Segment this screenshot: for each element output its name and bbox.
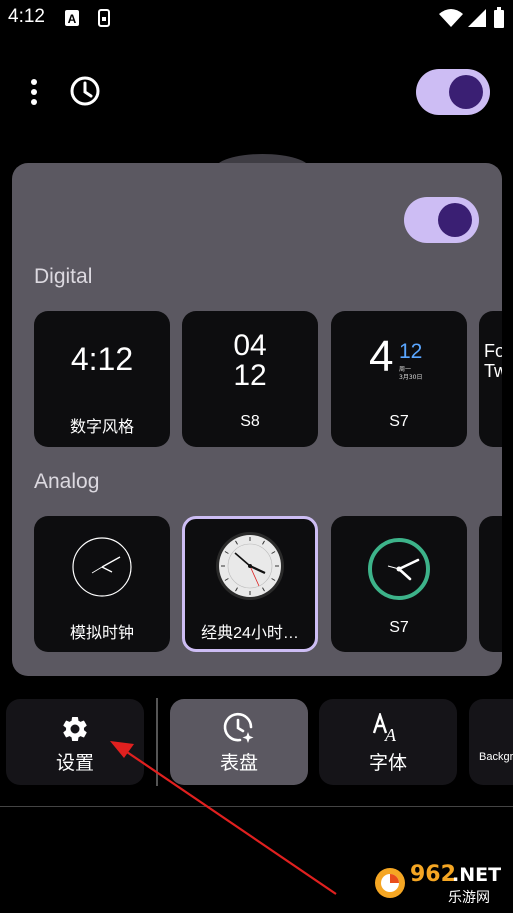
- digital-card-label: S8: [240, 413, 260, 430]
- watch-face-panel: Digital 4:12 数字风格 04 12 S8 4 12 周一 3月30日…: [12, 163, 502, 676]
- annotation-arrow-icon: [110, 741, 337, 895]
- analog-card-4[interactable]: [479, 516, 502, 652]
- tab-background-label: Backgr: [479, 751, 513, 763]
- svg-text:A: A: [384, 725, 397, 743]
- master-toggle-knob: [449, 75, 483, 109]
- digital-card-2[interactable]: 04 12 S8: [182, 311, 318, 447]
- watermark-suffix: .NET: [452, 864, 502, 886]
- digital-card-big-digit: 4: [369, 332, 394, 381]
- sim-notification-icon: [98, 9, 110, 27]
- panel-toggle-knob: [438, 203, 472, 237]
- digital-card-3[interactable]: 4 12 周一 3月30日 S7: [331, 311, 467, 447]
- gear-icon: [63, 716, 87, 741]
- digital-card-label: 数字风格: [69, 419, 134, 436]
- panel-toggle[interactable]: [404, 197, 479, 243]
- watermark-logo: 962 .NET 乐游网: [372, 860, 508, 906]
- status-time: 4:12: [8, 6, 45, 27]
- digital-card-partial-line1: Fo: [484, 341, 502, 361]
- section-title-analog: Analog: [34, 470, 100, 493]
- digital-card-hours: 04: [233, 329, 267, 362]
- tab-background[interactable]: Backgr: [469, 699, 513, 785]
- status-bar: 4:12 A: [0, 0, 513, 36]
- clock-history-icon[interactable]: [69, 75, 101, 107]
- font-icon: A: [372, 713, 397, 743]
- analog-card-label: S7: [389, 619, 409, 636]
- watermark-brand: 962: [410, 862, 456, 887]
- digital-card-time: 4:12: [70, 341, 134, 377]
- watermark-caption: 乐游网: [448, 890, 490, 906]
- digital-card-4[interactable]: Fo Tw: [479, 311, 502, 447]
- digital-card-minutes: 12: [233, 359, 267, 392]
- master-toggle[interactable]: [416, 69, 490, 115]
- more-vert-icon[interactable]: [27, 78, 41, 106]
- analog-card-label: 经典24小时…: [201, 625, 299, 642]
- digital-card-small-digits: 12: [399, 340, 423, 363]
- signal-icon: [468, 9, 486, 27]
- analog-clock-s7-icon: [368, 538, 430, 600]
- digital-card-partial-line2: Tw: [484, 361, 502, 381]
- analog-clock-minimal-icon: [72, 537, 132, 597]
- analog-card-label: 模拟时钟: [69, 625, 134, 642]
- analog-card-1[interactable]: 模拟时钟: [34, 516, 170, 652]
- analog-card-2[interactable]: 经典24小时…: [182, 516, 318, 652]
- svg-text:A: A: [68, 12, 77, 26]
- a-notification-icon: A: [65, 10, 79, 26]
- analog-card-3[interactable]: S7: [331, 516, 467, 652]
- wifi-icon: [439, 9, 463, 27]
- digital-card-date: 3月30日: [399, 374, 423, 381]
- section-title-digital: Digital: [34, 265, 93, 288]
- analog-clock-24h-icon: [216, 532, 284, 600]
- digital-card-1[interactable]: 4:12 数字风格: [34, 311, 170, 447]
- digital-card-weekday: 周一: [399, 366, 412, 373]
- digital-card-label: S7: [389, 413, 409, 430]
- battery-icon: [494, 7, 504, 28]
